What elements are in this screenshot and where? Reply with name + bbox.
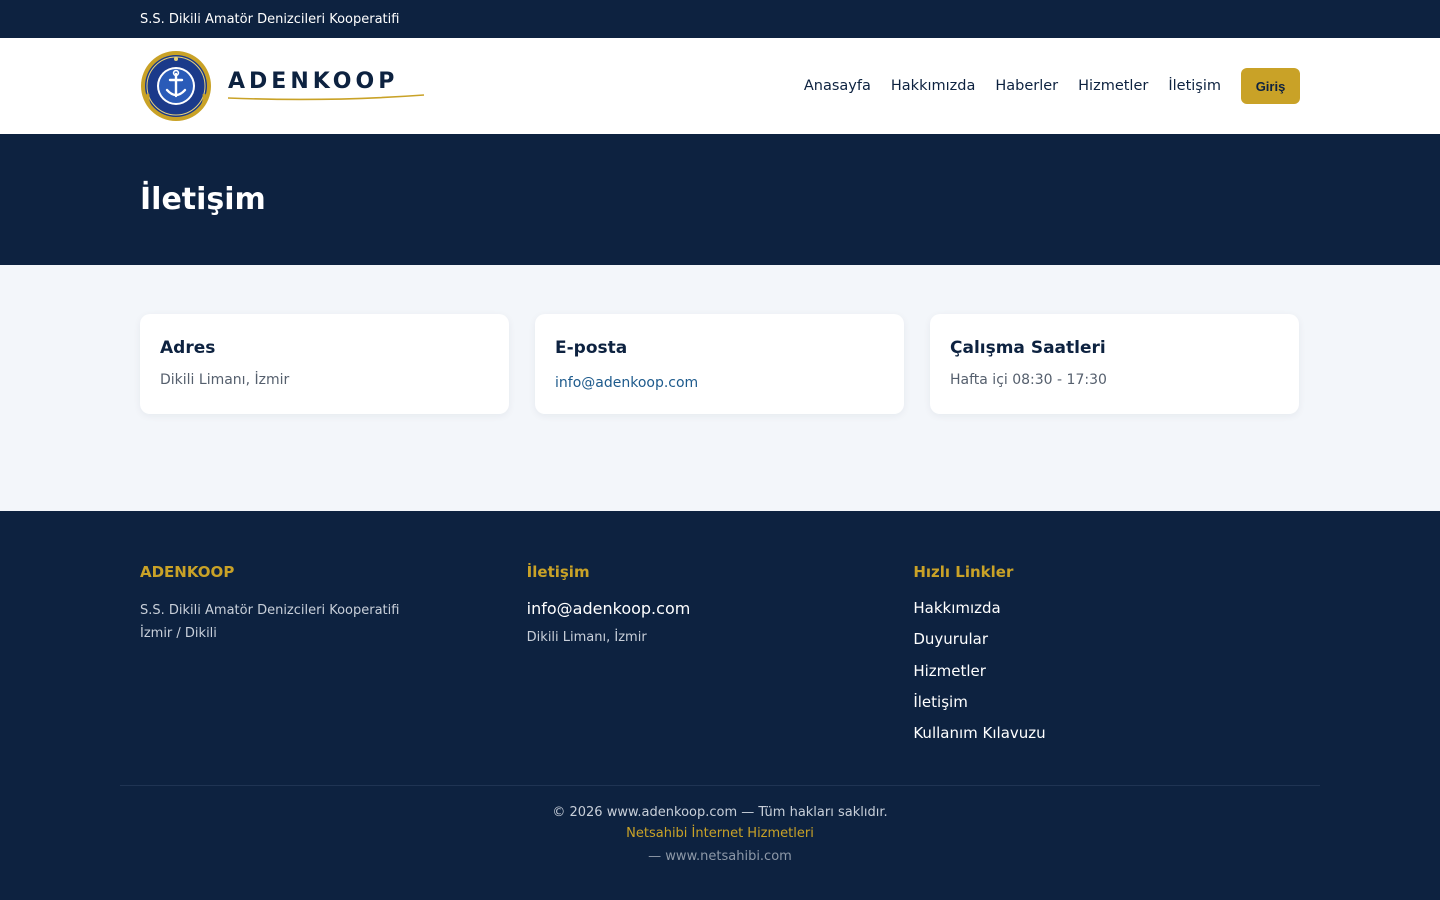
footer-location: İzmir / Dikili <box>140 626 217 641</box>
copyright-text: © 2026 www.adenkoop.com — Tüm hakları sa… <box>552 805 888 820</box>
nav-item-news[interactable]: Haberler <box>995 78 1058 94</box>
main-nav: Anasayfa Hakkımızda Haberler Hizmetler İ… <box>804 68 1300 104</box>
page-hero: İletişim <box>0 134 1440 265</box>
footer-heading: ADENKOOP <box>140 563 235 581</box>
footer-bottom: © 2026 www.adenkoop.com — Tüm hakları sa… <box>0 805 1440 864</box>
footer-email-link[interactable]: info@adenkoop.com <box>527 599 914 618</box>
card-title: Çalışma Saatleri <box>950 338 1106 358</box>
contact-cards: Adres Dikili Limanı, İzmir E-posta info@… <box>0 265 1440 511</box>
footer-heading: İletişim <box>526 563 590 581</box>
footer-link-contact[interactable]: İletişim <box>913 693 1300 724</box>
address-card: Adres Dikili Limanı, İzmir <box>140 314 509 414</box>
footer-address: Dikili Limanı, İzmir <box>526 630 647 645</box>
footer-about: ADENKOOP S.S. Dikili Amatör Denizcileri … <box>140 563 527 755</box>
card-title: E-posta <box>555 338 628 358</box>
site-header: ADENKOOP Anasayfa Hakkımızda Haberler Hi… <box>0 38 1440 134</box>
footer-divider <box>120 785 1320 786</box>
brand-name: ADENKOOP <box>228 69 399 94</box>
footer-org-name: S.S. Dikili Amatör Denizcileri Kooperati… <box>140 603 400 618</box>
cooperative-seal-icon <box>140 50 212 122</box>
footer-link-services[interactable]: Hizmetler <box>913 662 1300 693</box>
footer-link-announcements[interactable]: Duyurular <box>913 630 1300 661</box>
page-title: İletişim <box>140 182 266 217</box>
brand-swoosh-icon <box>228 94 425 101</box>
footer-quick-links: Hızlı Linkler Hakkımızda Duyurular Hizme… <box>913 563 1300 755</box>
login-button[interactable]: Giriş <box>1241 68 1300 104</box>
card-title: Adres <box>160 338 216 358</box>
site-footer: ADENKOOP S.S. Dikili Amatör Denizcileri … <box>0 511 1440 900</box>
credit-link[interactable]: Netsahibi İnternet Hizmetleri <box>0 826 1440 841</box>
footer-link-about[interactable]: Hakkımızda <box>913 599 1300 630</box>
top-bar: S.S. Dikili Amatör Denizcileri Kooperati… <box>0 0 1440 38</box>
email-card: E-posta info@adenkoop.com <box>535 314 904 414</box>
brand-logo[interactable]: ADENKOOP <box>140 50 425 122</box>
credit-url: — www.netsahibi.com <box>648 849 792 864</box>
footer-link-user-guide[interactable]: Kullanım Kılavuzu <box>913 724 1300 755</box>
hours-value: Hafta içi 08:30 - 17:30 <box>950 372 1107 388</box>
footer-contact: İletişim info@adenkoop.com Dikili Limanı… <box>527 563 914 755</box>
footer-heading: Hızlı Linkler <box>913 563 1014 581</box>
nav-item-services[interactable]: Hizmetler <box>1078 78 1148 94</box>
address-value: Dikili Limanı, İzmir <box>160 372 290 388</box>
nav-item-home[interactable]: Anasayfa <box>804 78 871 94</box>
org-name: S.S. Dikili Amatör Denizcileri Kooperati… <box>140 11 400 27</box>
email-link[interactable]: info@adenkoop.com <box>555 375 698 391</box>
nav-item-about[interactable]: Hakkımızda <box>891 78 975 94</box>
hours-card: Çalışma Saatleri Hafta içi 08:30 - 17:30 <box>930 314 1299 414</box>
nav-item-contact[interactable]: İletişim <box>1168 78 1221 94</box>
